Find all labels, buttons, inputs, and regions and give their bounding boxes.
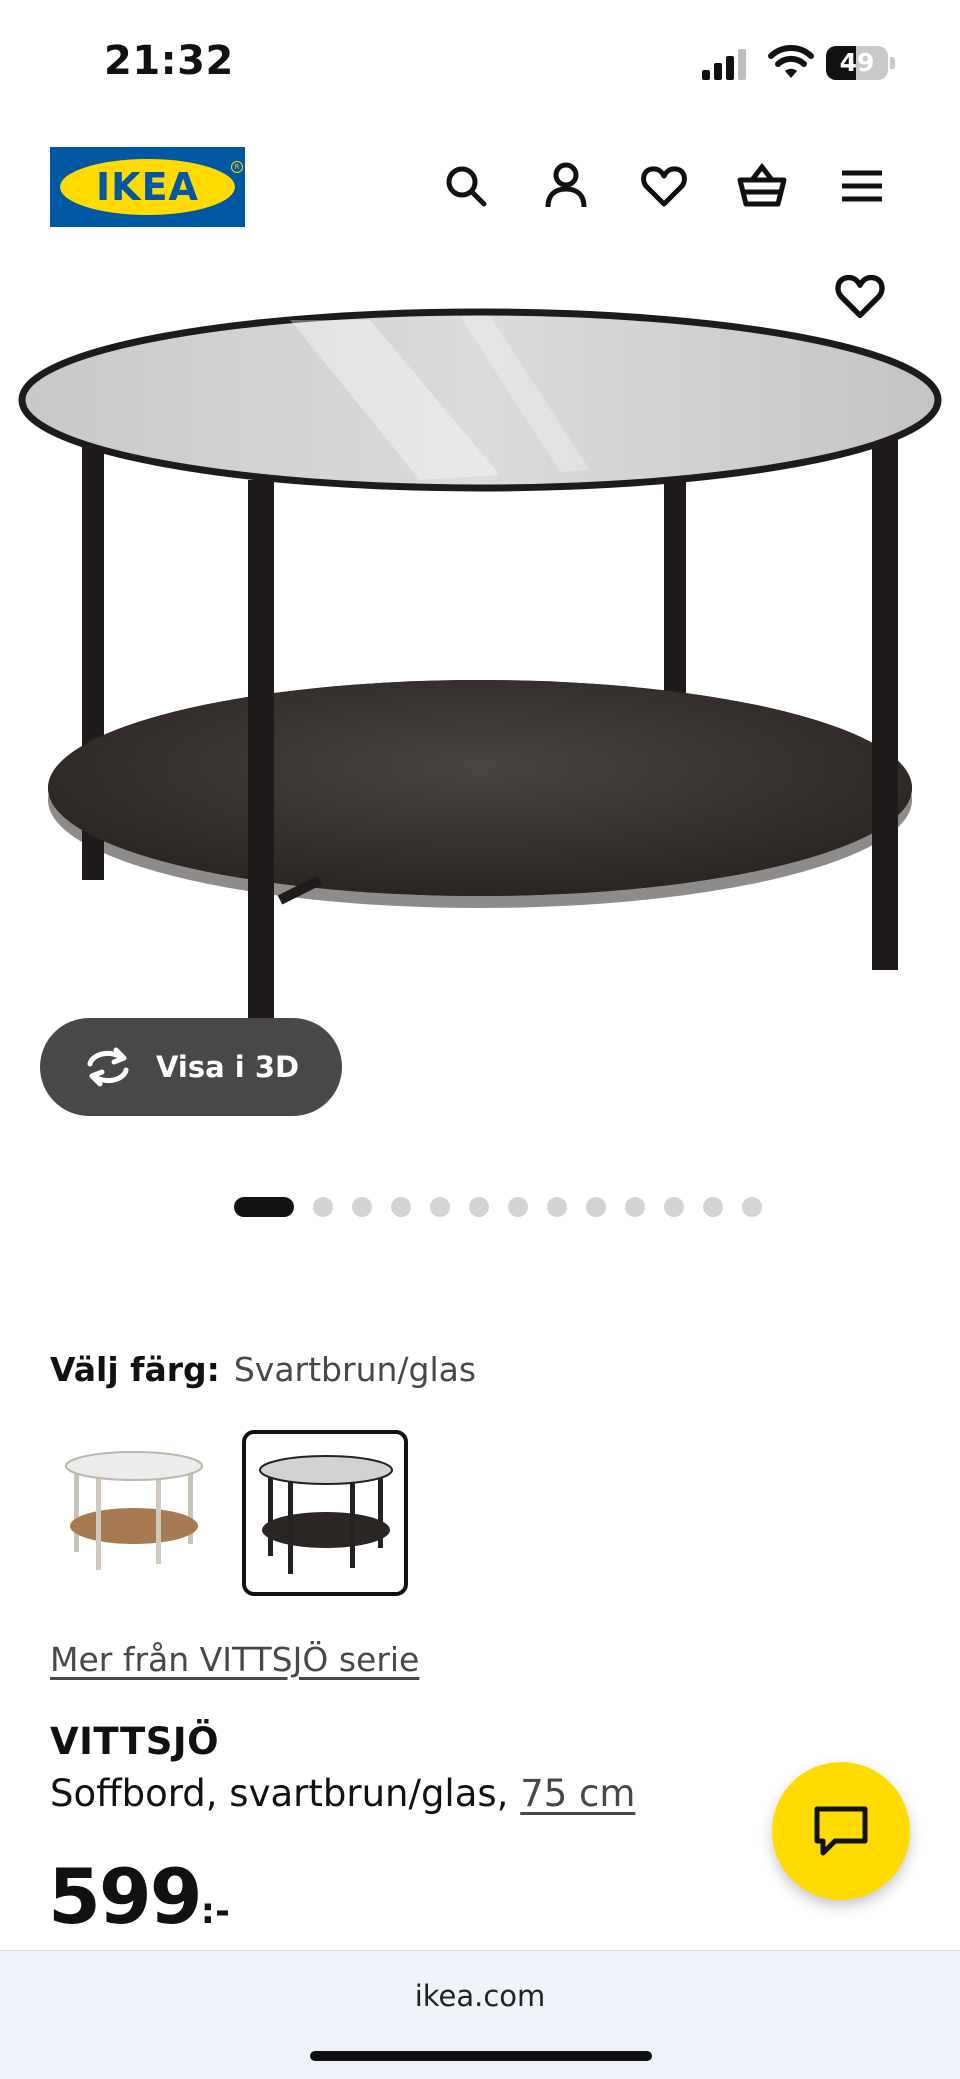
color-selection-row: Välj färg: Svartbrun/glas — [50, 1350, 476, 1389]
user-icon[interactable] — [540, 160, 592, 212]
cellular-signal-icon — [700, 48, 750, 80]
chat-button[interactable] — [772, 1762, 910, 1900]
carousel-dot[interactable] — [313, 1197, 333, 1217]
basket-icon[interactable] — [736, 160, 788, 212]
heart-icon[interactable] — [638, 160, 690, 212]
wifi-icon — [768, 44, 814, 80]
size-link[interactable]: 75 cm — [520, 1772, 635, 1815]
view-in-3d-label: Visa i 3D — [156, 1050, 300, 1084]
carousel-dot[interactable] — [586, 1197, 606, 1217]
color-option-black-brown-glass[interactable] — [242, 1430, 408, 1596]
image-carousel-indicator — [0, 1196, 960, 1218]
price-suffix: :- — [200, 1891, 230, 1932]
product-description-text: Soffbord, svartbrun/glas, — [50, 1772, 521, 1815]
carousel-dot[interactable] — [430, 1197, 450, 1217]
carousel-dot[interactable] — [391, 1197, 411, 1217]
battery-icon: 49 — [826, 46, 896, 80]
price-value: 599 — [48, 1852, 203, 1941]
add-to-favourites-icon[interactable] — [832, 268, 888, 324]
chat-icon — [814, 1806, 868, 1856]
logo-text: IKEA — [96, 165, 199, 209]
menu-icon[interactable] — [836, 160, 888, 212]
color-label: Välj färg: — [50, 1350, 220, 1389]
selected-color: Svartbrun/glas — [233, 1350, 477, 1389]
product-image[interactable] — [0, 280, 960, 1050]
carousel-dot[interactable] — [664, 1197, 684, 1217]
product-description: Soffbord, svartbrun/glas, 75 cm — [50, 1772, 635, 1815]
carousel-dot[interactable] — [742, 1197, 762, 1217]
carousel-dot[interactable] — [547, 1197, 567, 1217]
url-label[interactable]: ikea.com — [0, 1979, 960, 2013]
carousel-dot-active[interactable] — [234, 1197, 294, 1217]
series-link[interactable]: Mer från VITTSJÖ serie — [50, 1640, 419, 1679]
rotate-3d-icon — [82, 1046, 134, 1088]
browser-address-bar: ikea.com — [0, 1950, 960, 2079]
carousel-dot[interactable] — [469, 1197, 489, 1217]
view-in-3d-button[interactable]: Visa i 3D — [40, 1018, 342, 1116]
status-time: 21:32 — [104, 38, 234, 84]
carousel-dot[interactable] — [352, 1197, 372, 1217]
color-option-white-stain-oak[interactable] — [52, 1430, 218, 1596]
battery-percentage: 49 — [839, 48, 875, 77]
carousel-dot[interactable] — [508, 1197, 528, 1217]
home-indicator[interactable] — [310, 2051, 652, 2061]
ikea-logo[interactable]: IKEA R — [50, 147, 245, 227]
product-price: 599:- — [48, 1852, 230, 1941]
search-icon[interactable] — [440, 160, 492, 212]
carousel-dot[interactable] — [703, 1197, 723, 1217]
product-name: VITTSJÖ — [50, 1720, 220, 1763]
carousel-dot[interactable] — [625, 1197, 645, 1217]
